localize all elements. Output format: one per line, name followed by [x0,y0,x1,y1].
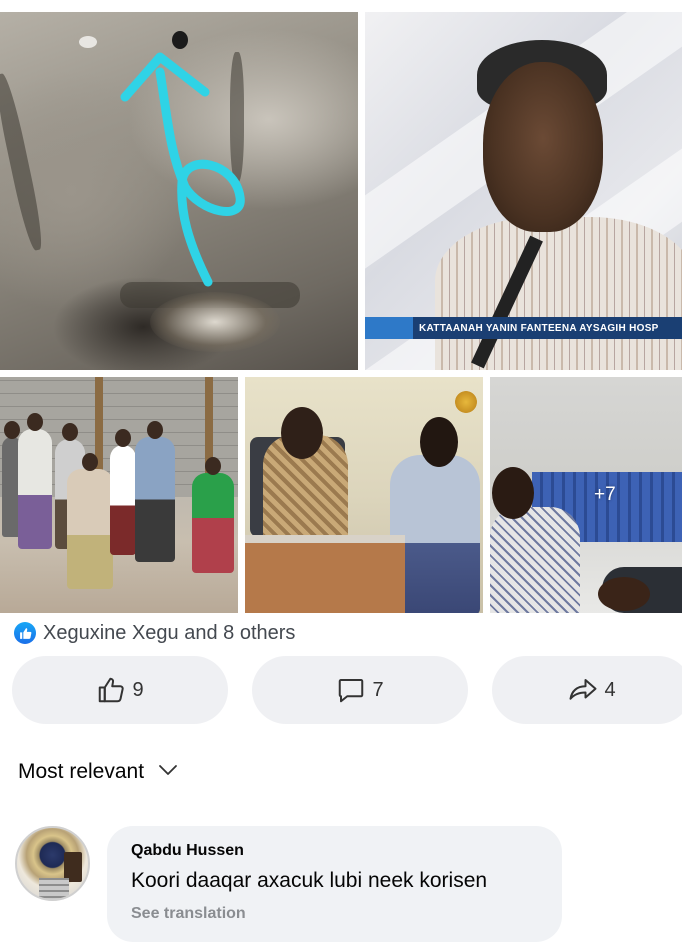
comment-button[interactable]: 7 [252,656,468,724]
post-photo-more[interactable] [490,377,682,613]
reactions-summary-text: Xeguxine Xegu and 8 others [43,621,296,644]
post-photo-cliff[interactable] [0,12,358,370]
like-button[interactable]: 9 [12,656,228,724]
arrow-annotation [79,31,245,287]
commenter-name[interactable]: Qabdu Hussen [131,842,562,860]
post-photo-meeting[interactable] [245,377,483,613]
speech-bubble-icon [336,675,366,705]
tv-channel-logo [365,317,413,339]
more-photos-count[interactable]: +7 [594,484,616,506]
post-photo-tv-interview[interactable]: KATTAANAH YANIN FANTEENA AYSAGIH HOSP [365,12,682,370]
comment-count: 7 [372,678,384,701]
comment-sort-dropdown[interactable]: Most relevant [18,760,178,784]
commenter-avatar[interactable] [15,826,90,901]
emblem-icon [455,391,477,413]
share-arrow-icon [568,675,598,705]
share-count: 4 [604,678,616,701]
thumbs-up-icon [96,675,126,705]
chevron-down-icon [158,763,178,782]
post-photo-group[interactable] [0,377,238,613]
like-count: 9 [132,678,144,701]
see-translation-link[interactable]: See translation [131,905,562,923]
comment-bubble: Qabdu Hussen Koori daaqar axacuk lubi ne… [107,826,562,942]
reactions-summary[interactable]: Xeguxine Xegu and 8 others [14,620,295,646]
share-button[interactable]: 4 [492,656,682,724]
comment-text: Koori daaqar axacuk lubi neek korisen [131,869,488,892]
sort-label: Most relevant [18,760,145,783]
tv-ticker: KATTAANAH YANIN FANTEENA AYSAGIH HOSP [365,317,682,339]
like-reaction-icon [14,622,36,644]
tv-ticker-text: KATTAANAH YANIN FANTEENA AYSAGIH HOSP [419,322,659,334]
